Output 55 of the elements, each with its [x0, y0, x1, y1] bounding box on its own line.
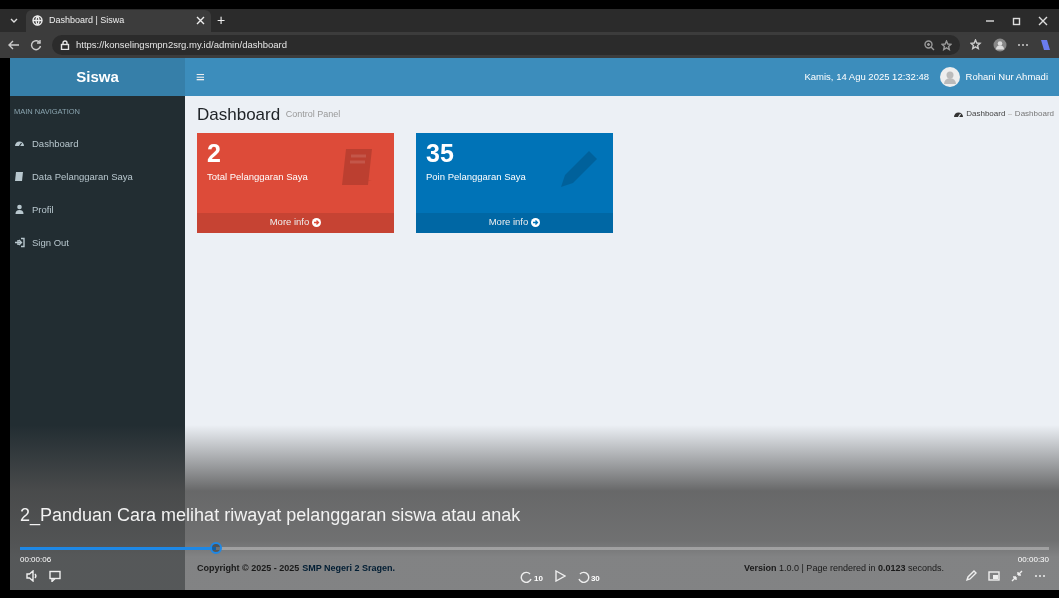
sidebar-item[interactable]: Data Pelanggaran Saya [10, 160, 185, 194]
back-icon[interactable] [8, 39, 20, 51]
footer-version: Version 1.0.0 | Page rendered in 0.0123 seconds. [744, 562, 944, 576]
forward-button[interactable]: 30 [576, 567, 600, 585]
close-icon[interactable] [1038, 15, 1048, 26]
stat-label: Total Pelanggaran Saya [207, 170, 309, 185]
school-link[interactable]: SMP Negeri 2 Sragen. [302, 562, 396, 576]
pencil-icon[interactable] [965, 570, 978, 582]
new-tab-button[interactable]: + [217, 10, 226, 31]
play-icon[interactable] [553, 570, 566, 582]
stat-label: Poin Pelanggaran Saya [426, 170, 527, 185]
sidebar-item[interactable]: Sign Out [10, 226, 185, 260]
captions-icon[interactable] [48, 570, 61, 582]
restore-icon[interactable] [1011, 15, 1022, 26]
browser-tab[interactable]: Dashboard | Siswa [26, 9, 211, 32]
breadcrumb-link[interactable]: Dashboard [966, 108, 1006, 121]
total-duration: 00:00:30 [1017, 554, 1049, 566]
more-icon[interactable] [1034, 574, 1047, 578]
close-icon[interactable] [196, 16, 205, 25]
page-title: Dashboard [197, 103, 281, 126]
sign-out-icon [14, 237, 25, 249]
avatar-icon [940, 67, 961, 87]
picture-in-picture-icon[interactable] [988, 570, 1001, 582]
arrow-circle-icon [312, 218, 322, 227]
more-info-link[interactable]: More info [416, 212, 613, 233]
progress-thumb[interactable] [209, 542, 222, 554]
rewind-button[interactable]: 10 [520, 567, 543, 585]
volume-icon[interactable] [25, 570, 38, 582]
address-field[interactable]: https://konselingsmpn2srg.my.id/admin/dashboard [52, 35, 960, 55]
footer-copyright: Copyright © 2025 - 2025 [197, 562, 300, 576]
header-datetime: Kamis, 14 Agu 2025 12:32:48 [804, 69, 930, 84]
more-icon[interactable] [1017, 43, 1029, 47]
book-icon [14, 171, 25, 183]
breadcrumb-current: Dashboard [1014, 108, 1054, 121]
brand-title: Siswa [10, 58, 185, 96]
profile-icon[interactable] [993, 38, 1007, 52]
video-caption: 2_Panduan Cara melihat riwayat pelanggaran siswa atau anak [20, 504, 522, 528]
tab-title: Dashboard | Siswa [49, 13, 126, 27]
sidebar-item[interactable]: Dashboard [10, 127, 185, 161]
arrow-circle-icon [531, 218, 541, 227]
user-icon [14, 204, 25, 216]
sidebar-item[interactable]: Profil [10, 193, 185, 227]
user-name[interactable]: Rohani Nur Ahmadi [965, 69, 1048, 85]
lock-icon [60, 40, 70, 50]
globe-icon [32, 15, 43, 26]
page-subtitle: Control Panel [285, 107, 341, 121]
favorites-icon[interactable] [970, 39, 983, 51]
zoom-icon[interactable] [924, 39, 935, 51]
stat-value: 2 [207, 137, 222, 168]
more-info-link[interactable]: More info [197, 212, 394, 233]
star-icon[interactable] [941, 39, 952, 51]
collapse-icon[interactable] [1011, 570, 1024, 582]
refresh-icon[interactable] [30, 39, 42, 51]
stat-value: 35 [426, 137, 455, 168]
elapsed-time: 00:00:06 [20, 554, 52, 566]
